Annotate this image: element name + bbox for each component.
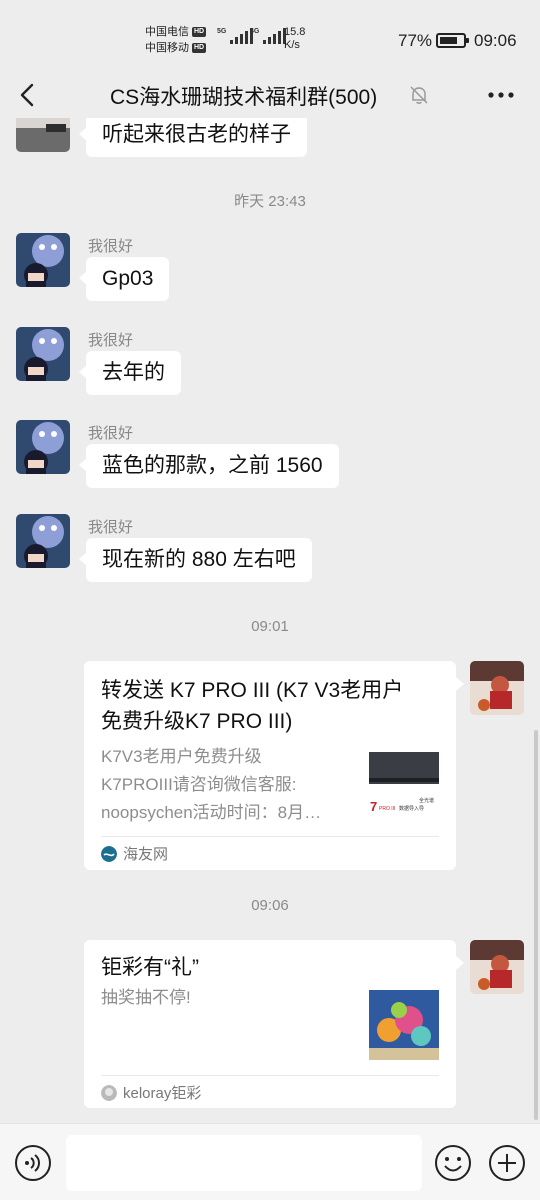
speed-value: 15.8 [284,26,306,38]
card-title-line-2: 免费升级K7 PRO III) [101,710,293,733]
battery-percent: 77% [398,31,433,50]
shared-link-card[interactable]: 钜彩有“礼” 抽奖抽不停! keloray钜彩 [84,940,464,1108]
card-divider [101,836,439,837]
network-5g-label: 5G [217,28,227,35]
back-icon[interactable] [14,80,44,110]
add-attachment-icon[interactable] [488,1144,526,1182]
message-bubble[interactable]: 去年的 [79,351,181,395]
message-bubble[interactable]: 现在新的 880 左右吧 [79,538,312,582]
thumb-pro: PRO III [379,806,395,812]
avatar[interactable] [16,420,70,474]
avatar[interactable] [16,233,70,287]
message-input[interactable] [66,1135,422,1191]
avatar[interactable] [16,327,70,381]
thumb-brand: 7 [370,799,377,814]
network-speed: 15.8 K/s [284,26,305,52]
emoji-icon[interactable] [434,1144,472,1182]
source-logo-icon [101,1084,117,1101]
avatar[interactable] [16,118,70,152]
battery-icon [436,33,469,48]
mute-bell-icon [410,86,428,104]
chat-title: CS海水珊瑚技术福利群(500) [110,86,378,109]
card-source: 海友网 [101,843,168,864]
speed-unit: K/s [284,39,300,51]
card-source-label: 海友网 [123,846,169,863]
my-avatar[interactable] [470,661,524,715]
sender-name: 我很好 [88,332,134,349]
scrollbar[interactable] [534,730,538,1120]
card-desc: 抽奖抽不停! [101,988,191,1007]
card-divider [101,1075,439,1076]
status-bar: 中国电信 HD 中国移动 HD 5G 4G 15.8 K/s 77% 09:06 [0,0,540,72]
sender-name: 我很好 [88,238,134,255]
signal-4g-icon: 4G [250,28,287,44]
thumb-text-2: 数据导入导 [399,805,424,812]
chat-header: CS海水珊瑚技术福利群(500) [0,72,540,118]
battery-fill [440,37,457,44]
signal-5g-icon: 5G [217,28,254,44]
status-time: 09:06 [474,31,517,50]
my-avatar[interactable] [470,940,524,994]
timestamp: 09:01 [251,618,289,635]
card-desc-line-2: K7PROIII请咨询微信客服: [101,775,297,794]
more-icon[interactable] [486,84,516,106]
timestamp: 09:06 [251,897,289,914]
carrier-2: 中国移动 [145,42,189,54]
message-bubble[interactable]: 听起来很古老的样子 [79,118,307,157]
card-thumbnail [369,990,439,1060]
carrier-info: 中国电信 HD 中国移动 HD [145,24,207,56]
message-bubble[interactable]: Gp03 [78,257,170,301]
card-desc-line-3: noopsychen活动时间：8月… [101,803,322,822]
card-thumbnail: 7 PRO III 全光谱 数据导入导 [369,750,439,820]
message-bubble[interactable]: 蓝色的那款，之前 1560 [79,444,339,488]
thumb-text-1: 全光谱 [419,797,434,804]
timestamp: 昨天 23:43 [234,193,306,210]
hd-badge-1: HD [192,27,207,37]
shared-link-card[interactable]: 转发送 K7 PRO III (K7 V3老用户 免费升级K7 PRO III)… [84,661,464,870]
message-list[interactable]: 听起来很古老的样子 昨天 23:43 我很好 Gp03 我很好 去年的 我很好 … [0,118,540,1123]
input-bar [0,1123,540,1200]
source-logo-icon [101,845,117,862]
network-4g-label: 4G [250,28,260,35]
sender-name: 我很好 [88,425,134,442]
avatar[interactable] [16,514,70,568]
sender-name: 我很好 [88,519,134,536]
card-source: keloray钜彩 [101,1082,201,1103]
hd-badge-2: HD [192,43,207,53]
voice-input-icon[interactable] [14,1144,52,1182]
card-title-line-1: 转发送 K7 PRO III (K7 V3老用户 [101,679,404,702]
card-source-label: keloray钜彩 [123,1085,202,1102]
carrier-1: 中国电信 [145,26,189,38]
card-title: 钜彩有“礼” [101,956,199,979]
card-desc-line-1: K7V3老用户免费升级 [101,747,262,766]
